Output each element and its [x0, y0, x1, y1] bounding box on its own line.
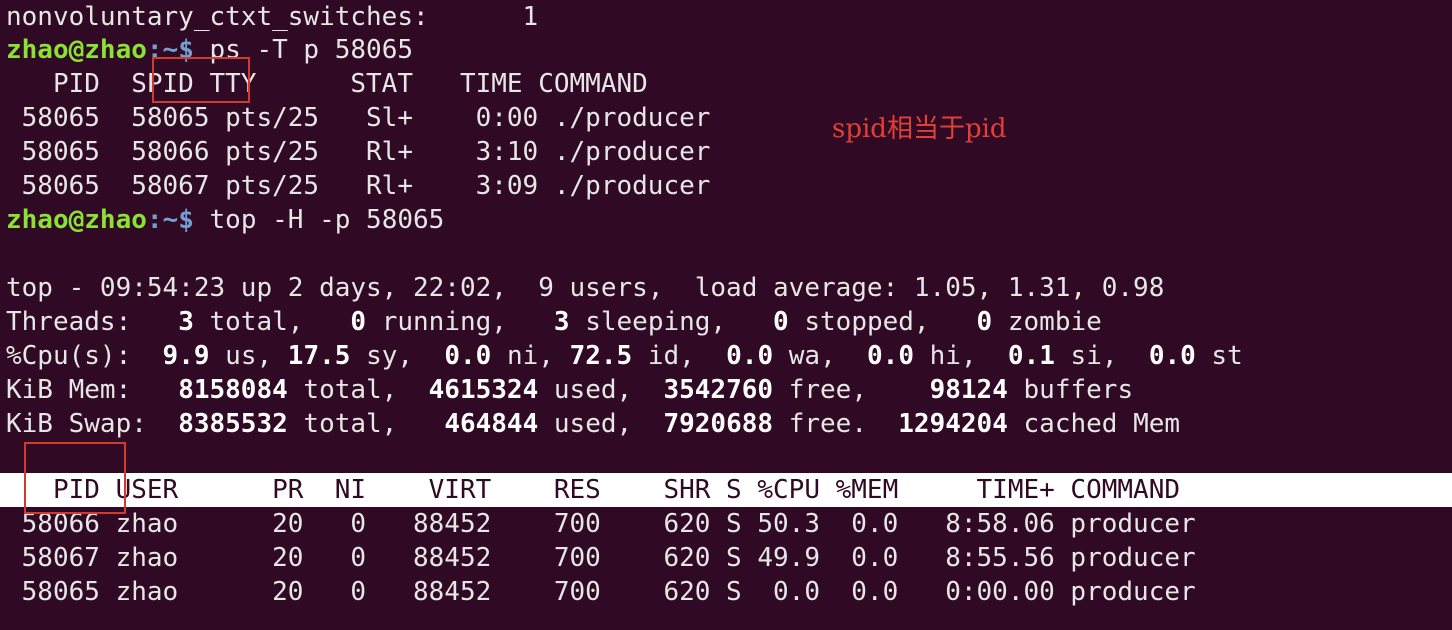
- text: buffers: [1007, 375, 1134, 405]
- value: 4615324: [428, 375, 539, 405]
- top-row-text: 58065 zhao 20 0 88452 700 620 S 0.0 0.0 …: [6, 577, 1196, 607]
- annotation-note: spid相当于pid: [832, 114, 1007, 144]
- value: 1294204: [898, 409, 1008, 439]
- ps-row: 58065 58065 pts/25 Sl+ 0:00 ./producer: [6, 101, 711, 135]
- value: 0: [350, 307, 367, 337]
- top-summary: top - 09:54:23 up 2 days, 22:02, 9 users…: [6, 273, 1165, 303]
- top-threads-line: Threads: 3 total, 0 running, 3 sleeping,…: [6, 305, 1102, 339]
- terminal-window[interactable]: nonvoluntary_ctxt_switches: 1 zhao@zhao:…: [0, 0, 1452, 630]
- value: 0.0: [1148, 341, 1196, 371]
- text: Threads:: [6, 307, 179, 337]
- text: running,: [366, 307, 554, 337]
- value: 17.5: [287, 341, 351, 371]
- value: 0.0: [867, 341, 914, 371]
- value: 8385532: [178, 409, 288, 439]
- text: free.: [773, 409, 899, 439]
- top-summary-line: top - 09:54:23 up 2 days, 22:02, 9 users…: [6, 271, 1164, 305]
- text: cached Mem: [1007, 409, 1181, 439]
- prompt-path: :~$: [146, 205, 194, 235]
- top-header-text: PID USER PR NI VIRT RES SHR S %CPU %MEM …: [6, 475, 1180, 505]
- top-cpu-line: %Cpu(s): 9.9 us, 17.5 sy, 0.0 ni, 72.5 i…: [6, 339, 1243, 373]
- text: id,: [632, 341, 727, 371]
- ps-row: 58065 58067 pts/25 Rl+ 3:09 ./producer: [6, 169, 711, 203]
- value: 3: [178, 307, 194, 337]
- ps-header: PID SPID TTY STAT TIME COMMAND: [6, 69, 648, 99]
- value: 72.5: [569, 341, 633, 371]
- value: 3: [553, 307, 570, 337]
- value: 8158084: [178, 375, 288, 405]
- text: KiB Swap:: [6, 409, 179, 439]
- text: used,: [538, 375, 664, 405]
- ps-row-text: 58065 58065 pts/25 Sl+ 0:00 ./producer: [6, 103, 711, 133]
- value: 9.9: [162, 341, 210, 371]
- value: 0.1: [1007, 341, 1055, 371]
- text: hi,: [914, 341, 1008, 371]
- prompt-user-host: zhao@zhao: [6, 205, 147, 235]
- text: %Cpu(s):: [6, 341, 163, 371]
- text: wa,: [773, 341, 868, 371]
- text: zombie: [992, 307, 1102, 337]
- top-table-row: 58066 zhao 20 0 88452 700 620 S 50.3 0.0…: [6, 507, 1196, 541]
- text: used,: [538, 409, 664, 439]
- value: 0: [976, 307, 993, 337]
- text: total,: [193, 307, 351, 337]
- text: free,: [773, 375, 930, 405]
- top-table-header: PID USER PR NI VIRT RES SHR S %CPU %MEM …: [6, 473, 1180, 507]
- ps-header-line: PID SPID TTY STAT TIME COMMAND: [6, 67, 648, 101]
- command-text: top -H -p 58065: [193, 205, 445, 235]
- text: st: [1195, 341, 1243, 371]
- top-table-row: 58065 zhao 20 0 88452 700 620 S 0.0 0.0 …: [6, 575, 1196, 609]
- text: ni,: [491, 341, 570, 371]
- value: 0.0: [444, 341, 492, 371]
- ps-row-text: 58065 58067 pts/25 Rl+ 3:09 ./producer: [6, 171, 711, 201]
- top-swap-line: KiB Swap: 8385532 total, 464844 used, 79…: [6, 407, 1180, 441]
- ps-row: 58065 58066 pts/25 Rl+ 3:10 ./producer: [6, 135, 711, 169]
- text: total,: [287, 409, 445, 439]
- value: 0: [773, 307, 789, 337]
- value: 464844: [444, 409, 539, 439]
- output-line: nonvoluntary_ctxt_switches: 1: [6, 0, 538, 34]
- value: 98124: [929, 375, 1008, 405]
- value: 0.0: [726, 341, 774, 371]
- ps-row-text: 58065 58066 pts/25 Rl+ 3:10 ./producer: [6, 137, 711, 167]
- text: us,: [209, 341, 288, 371]
- text: sy,: [350, 341, 445, 371]
- top-row-text: 58067 zhao 20 0 88452 700 620 S 49.9 0.0…: [6, 543, 1196, 573]
- pid-highlight-box: [24, 442, 126, 514]
- line-text: nonvoluntary_ctxt_switches: 1: [6, 2, 539, 32]
- spid-highlight-box: [152, 57, 250, 103]
- text: KiB Mem:: [6, 375, 179, 405]
- text: stopped,: [788, 307, 977, 337]
- top-table-row: 58067 zhao 20 0 88452 700 620 S 49.9 0.0…: [6, 541, 1196, 575]
- value: 3542760: [663, 375, 774, 405]
- text: si,: [1054, 341, 1149, 371]
- top-mem-line: KiB Mem: 8158084 total, 4615324 used, 35…: [6, 373, 1133, 407]
- prompt-user-host: zhao@zhao: [6, 35, 147, 65]
- text: sleeping,: [569, 307, 774, 337]
- value: 7920688: [663, 409, 774, 439]
- text: total,: [287, 375, 429, 405]
- prompt-line: zhao@zhao:~$ top -H -p 58065: [6, 203, 444, 237]
- top-row-text: 58066 zhao 20 0 88452 700 620 S 50.3 0.0…: [6, 509, 1196, 539]
